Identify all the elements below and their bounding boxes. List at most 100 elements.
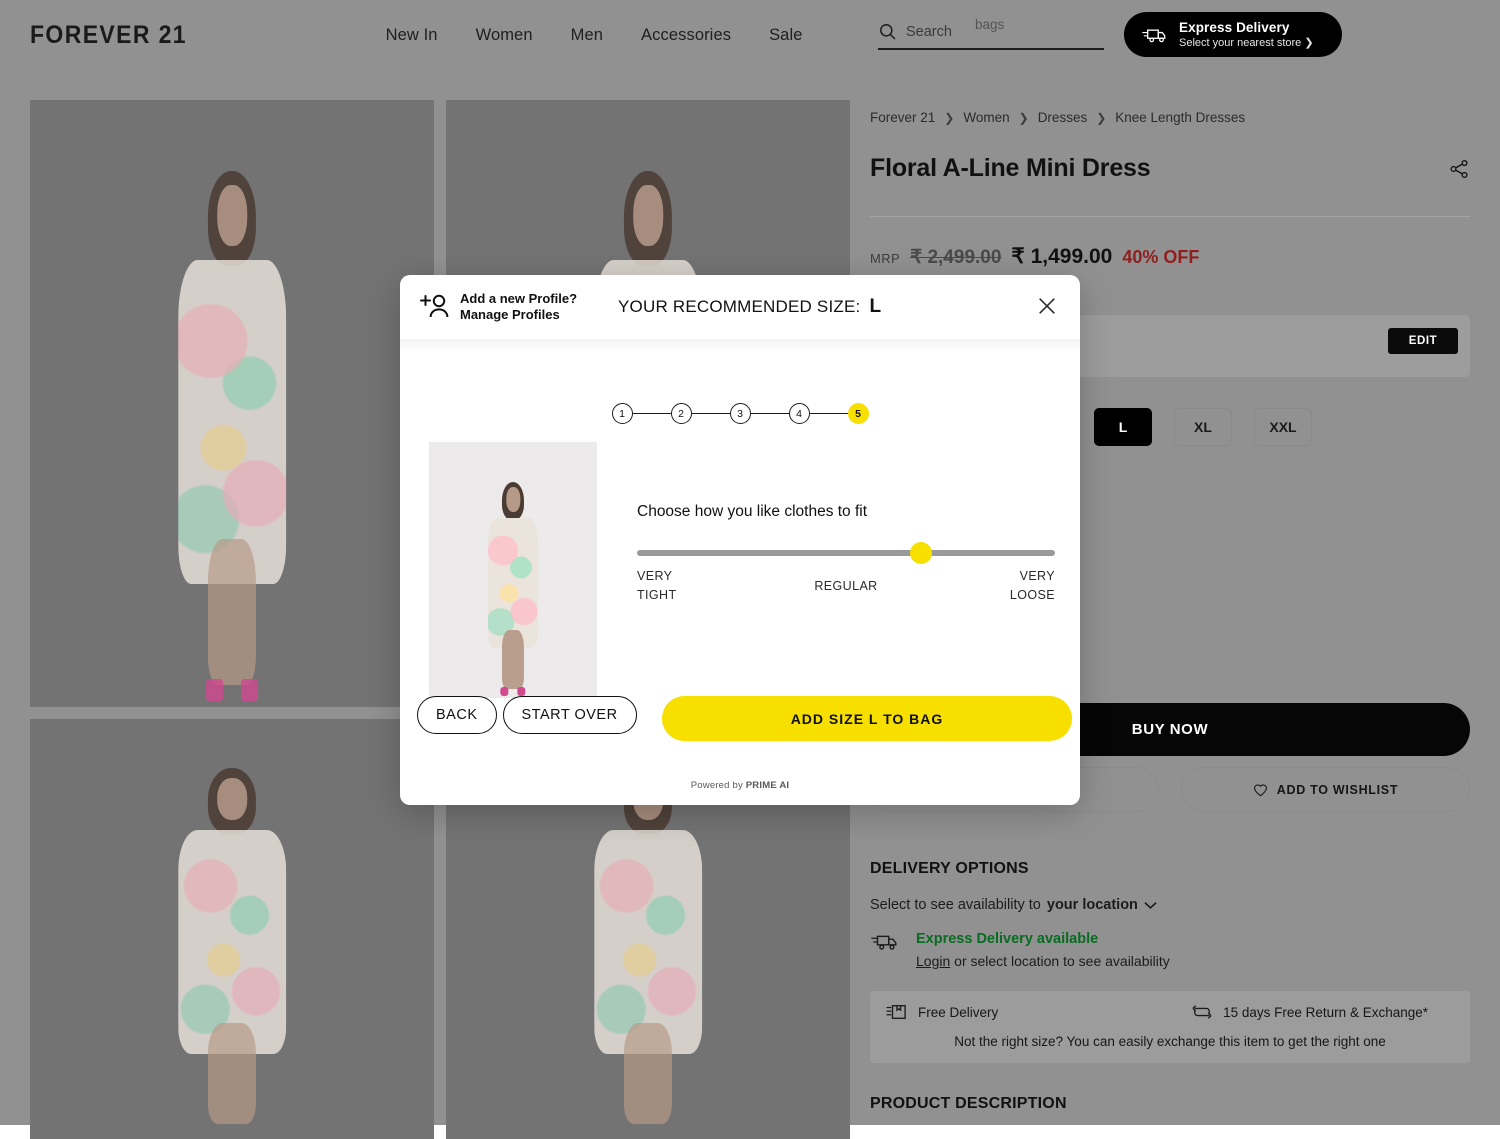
login-link[interactable]: Login: [916, 953, 950, 969]
recommended-size-value: L: [869, 296, 881, 318]
fit-slider-thumb[interactable]: [910, 542, 932, 564]
close-icon[interactable]: [1036, 295, 1058, 317]
heart-icon: [1253, 783, 1268, 797]
size-option-l[interactable]: L: [1094, 408, 1152, 446]
fit-preference-block: Choose how you like clothes to fit VERY …: [637, 503, 1055, 609]
location-selector[interactable]: Select to see availability to your locat…: [870, 897, 1470, 913]
product-description-heading: PRODUCT DESCRIPTION: [870, 1095, 1067, 1113]
search-box[interactable]: Search bags: [878, 22, 1104, 50]
express-availability: Express Delivery available Login or sele…: [870, 931, 1470, 969]
product-thumbnail: [429, 442, 597, 698]
current-price: ₹ 1,499.00: [1011, 244, 1112, 269]
search-placeholder: Search: [906, 24, 952, 40]
free-delivery-label: Free Delivery: [918, 1005, 998, 1020]
model-figure: [555, 753, 741, 1139]
add-profile-icon: [418, 293, 452, 321]
express-delivery-title: Express Delivery: [1179, 20, 1314, 35]
modal-header-divider: [400, 339, 1080, 351]
nav-item-sale[interactable]: Sale: [769, 26, 802, 45]
fit-label-very-loose: VERY LOOSE: [1010, 567, 1055, 606]
add-size-to-bag-button[interactable]: ADD SIZE L TO BAG: [662, 696, 1072, 741]
location-label: your location: [1047, 897, 1138, 913]
size-option-xl[interactable]: XL: [1174, 408, 1232, 446]
search-icon: [878, 22, 897, 41]
package-icon: [886, 1003, 908, 1021]
back-button[interactable]: BACK: [417, 696, 497, 734]
step-connector: [810, 413, 848, 415]
step-2[interactable]: 2: [671, 403, 692, 424]
step-indicator: 1 2 3 4 5: [400, 403, 1080, 424]
model-figure: [469, 473, 556, 698]
availability-prefix: Select to see availability to: [870, 897, 1041, 913]
truck-icon: [1142, 26, 1168, 44]
discount-badge: 40% OFF: [1122, 247, 1199, 268]
express-delivery-button[interactable]: Express Delivery Select your nearest sto…: [1124, 12, 1342, 57]
fit-label-very-tight: VERY TIGHT: [637, 567, 677, 606]
breadcrumb-item-women[interactable]: Women: [963, 110, 1009, 125]
product-image-3[interactable]: [30, 719, 434, 1139]
size-recommendation-modal: Add a new Profile? Manage Profiles YOUR …: [400, 275, 1080, 805]
delivery-options-heading: DELIVERY OPTIONS: [870, 860, 1470, 878]
recommended-size-title: YOUR RECOMMENDED SIZE: L: [618, 296, 881, 318]
nav-item-men[interactable]: Men: [571, 26, 603, 45]
start-over-button[interactable]: START OVER: [503, 696, 637, 734]
express-delivery-subtitle: Select your nearest store ❯: [1179, 36, 1314, 49]
powered-by-label: Powered by PRIME AI: [400, 780, 1080, 791]
size-option-xxl[interactable]: XXL: [1254, 408, 1312, 446]
return-exchange-icon: [1191, 1003, 1213, 1021]
mrp-original-price: ₹ 2,499.00: [910, 246, 1001, 269]
profile-line-1: Add a new Profile?: [460, 291, 577, 307]
truck-icon: [870, 931, 900, 953]
product-image-1[interactable]: [30, 100, 434, 707]
model-figure: [139, 753, 325, 1139]
returns-label: 15 days Free Return & Exchange*: [1223, 1005, 1428, 1020]
breadcrumb: Forever 21 ❯ Women ❯ Dresses ❯ Knee Leng…: [870, 110, 1470, 125]
step-4[interactable]: 4: [789, 403, 810, 424]
exchange-note: Not the right size? You can easily excha…: [886, 1034, 1454, 1049]
edit-button[interactable]: EDIT: [1388, 328, 1458, 354]
search-underline: [878, 48, 1104, 50]
chevron-right-icon: ❯: [1019, 111, 1029, 125]
modal-header: Add a new Profile? Manage Profiles YOUR …: [400, 275, 1080, 339]
fit-label-regular: REGULAR: [814, 577, 877, 596]
product-detail-panel: Forever 21 ❯ Women ❯ Dresses ❯ Knee Leng…: [870, 110, 1470, 269]
manage-profiles-button[interactable]: Add a new Profile? Manage Profiles: [418, 291, 577, 324]
mrp-label: MRP: [870, 251, 900, 266]
nav-item-new-in[interactable]: New In: [386, 26, 438, 45]
login-rest-text: or select location to see availability: [954, 953, 1170, 969]
step-3[interactable]: 3: [730, 403, 751, 424]
fit-question: Choose how you like clothes to fit: [637, 503, 1055, 521]
add-to-wishlist-button[interactable]: ADD TO WISHLIST: [1181, 767, 1470, 812]
step-connector: [751, 413, 789, 415]
nav-item-women[interactable]: Women: [476, 26, 533, 45]
divider: [870, 216, 1470, 217]
model-figure: [139, 149, 325, 707]
search-rotating-suggestion: bags: [975, 17, 1004, 32]
nav-item-accessories[interactable]: Accessories: [641, 26, 731, 45]
profile-line-2: Manage Profiles: [460, 307, 577, 323]
powered-by-brand: PRIME AI: [746, 780, 789, 791]
perk-returns: 15 days Free Return & Exchange*: [1191, 1003, 1454, 1021]
perks-panel: Free Delivery 15 days Free Return & Exch…: [870, 991, 1470, 1063]
chevron-right-icon: ❯: [1096, 111, 1106, 125]
add-to-wishlist-label: ADD TO WISHLIST: [1277, 783, 1398, 797]
step-connector: [692, 413, 730, 415]
recommended-size-label: YOUR RECOMMENDED SIZE:: [618, 297, 860, 317]
chevron-right-icon: ❯: [944, 111, 954, 125]
express-available-text: Express Delivery available: [916, 931, 1170, 947]
breadcrumb-item-dresses[interactable]: Dresses: [1038, 110, 1088, 125]
breadcrumb-item-knee-length-dresses[interactable]: Knee Length Dresses: [1115, 110, 1245, 125]
share-icon[interactable]: [1448, 158, 1470, 180]
brand-logo[interactable]: FOREVER 21: [30, 21, 187, 50]
fit-slider[interactable]: [637, 550, 1055, 556]
breadcrumb-item-forever-21[interactable]: Forever 21: [870, 110, 935, 125]
chevron-down-icon: [1144, 901, 1157, 910]
delivery-options-section: DELIVERY OPTIONS Select to see availabil…: [870, 860, 1470, 1063]
step-1[interactable]: 1: [612, 403, 633, 424]
page-title: Floral A-Line Mini Dress: [870, 154, 1150, 183]
step-5[interactable]: 5: [848, 403, 869, 424]
main-navigation: New In Women Men Accessories Sale: [386, 26, 803, 45]
step-connector: [633, 413, 671, 415]
price-row: MRP ₹ 2,499.00 ₹ 1,499.00 40% OFF: [870, 244, 1470, 269]
perk-free-delivery: Free Delivery: [886, 1003, 998, 1021]
